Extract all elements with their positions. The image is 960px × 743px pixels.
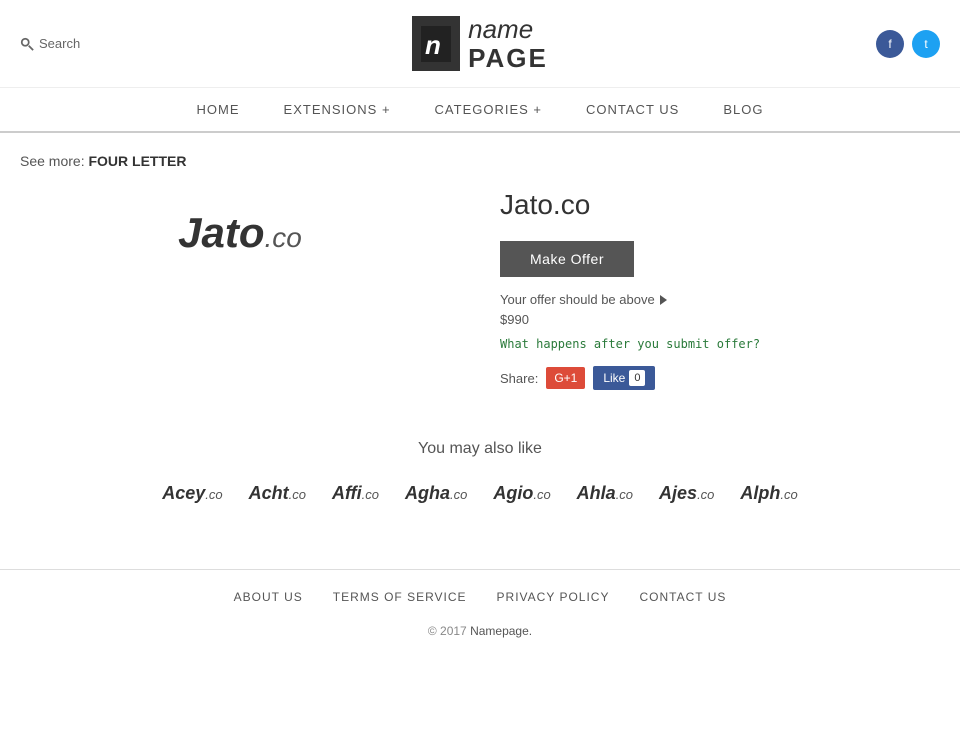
header: Search n name PAGE f t	[0, 0, 960, 88]
domain-name: Agio	[493, 483, 533, 503]
also-like-section: You may also like Acey.coAcht.coAffi.coA…	[20, 440, 940, 509]
domain-name: Alph	[740, 483, 780, 503]
facebook-button[interactable]: f	[876, 30, 904, 58]
domain-name: Ahla	[577, 483, 616, 503]
make-offer-button[interactable]: Make Offer	[500, 241, 634, 277]
domain-item[interactable]: Ahla.co	[569, 478, 641, 509]
fb-like-count: 0	[629, 370, 645, 386]
domain-item[interactable]: Acht.co	[241, 478, 314, 509]
gplus-button[interactable]: G+1	[546, 367, 585, 389]
search-label: Search	[39, 36, 80, 51]
twitter-button[interactable]: t	[912, 30, 940, 58]
breadcrumb-link[interactable]: FOUR LETTER	[88, 153, 186, 169]
footer-link-contact[interactable]: CONTACT US	[639, 590, 726, 604]
domain-ext: .co	[616, 487, 633, 502]
nav-item-contact[interactable]: CONTACT US	[564, 88, 701, 131]
nav-item-categories[interactable]: CATEGORIES +	[413, 88, 564, 131]
domain-name: Acht	[249, 483, 289, 503]
domain-name: Affi	[332, 483, 362, 503]
search-icon	[20, 37, 34, 51]
footer-copy-year: © 2017	[428, 624, 467, 638]
domain-name: Ajes	[659, 483, 697, 503]
product-info: Jato.co Make Offer Your offer should be …	[500, 189, 940, 390]
domain-item[interactable]: Alph.co	[732, 478, 805, 509]
offer-hint-text: Your offer should be above	[500, 292, 655, 307]
main-nav: HOME EXTENSIONS + CATEGORIES + CONTACT U…	[0, 88, 960, 133]
domain-ext: .co	[780, 487, 797, 502]
domain-ext: .co	[533, 487, 550, 502]
logo-n-svg: n	[421, 26, 451, 62]
product-name-display: Jato	[178, 209, 264, 256]
footer-link-terms[interactable]: TERMS OF SERVICE	[333, 590, 467, 604]
footer-brand-link[interactable]: Namepage.	[470, 624, 532, 638]
domain-ext: .co	[697, 487, 714, 502]
product-logo-display: Jato.co	[178, 209, 302, 257]
breadcrumb: See more: FOUR LETTER	[20, 153, 940, 169]
logo-icon: n	[412, 16, 460, 71]
domain-ext: .co	[205, 487, 222, 502]
product-logo-area: Jato.co	[20, 189, 460, 390]
also-like-title: You may also like	[20, 440, 940, 458]
domain-name: Acey	[162, 483, 205, 503]
search-button[interactable]: Search	[20, 36, 80, 51]
domain-item[interactable]: Acey.co	[154, 478, 230, 509]
footer-links: ABOUT US TERMS OF SERVICE PRIVACY POLICY CO…	[20, 590, 940, 604]
product-section: Jato.co Jato.co Make Offer Your offer sh…	[20, 189, 940, 390]
see-more-label: See more:	[20, 153, 85, 169]
nav-item-blog[interactable]: BLOG	[701, 88, 785, 131]
offer-link[interactable]: What happens after you submit offer?	[500, 337, 940, 351]
footer-link-privacy[interactable]: PRIVACY POLICY	[497, 590, 610, 604]
domain-ext: .co	[362, 487, 379, 502]
domain-ext: .co	[289, 487, 306, 502]
offer-hint: Your offer should be above	[500, 292, 940, 307]
domain-item[interactable]: Ajes.co	[651, 478, 722, 509]
footer-copy: © 2017 Namepage.	[20, 624, 940, 638]
header-social: f t	[876, 30, 940, 58]
footer: ABOUT US TERMS OF SERVICE PRIVACY POLICY CO…	[0, 569, 960, 658]
logo-text: name PAGE	[468, 15, 548, 72]
footer-link-about[interactable]: ABOUT US	[234, 590, 303, 604]
main-content: See more: FOUR LETTER Jato.co Jato.co Ma…	[0, 133, 960, 569]
offer-arrow-icon	[660, 295, 667, 305]
domain-item[interactable]: Agio.co	[485, 478, 558, 509]
fb-like-label: Like	[603, 371, 625, 385]
domain-item[interactable]: Affi.co	[324, 478, 387, 509]
logo-name: name	[468, 15, 548, 44]
facebook-icon: f	[888, 37, 891, 51]
logo-page: PAGE	[468, 44, 548, 73]
domain-name: Agha	[405, 483, 450, 503]
domain-ext: .co	[450, 487, 467, 502]
share-row: Share: G+1 Like 0	[500, 366, 940, 390]
offer-price: $990	[500, 312, 940, 327]
product-title: Jato.co	[500, 189, 940, 221]
product-full-name: Jato.co	[500, 189, 590, 220]
share-label: Share:	[500, 371, 538, 386]
logo[interactable]: n name PAGE	[412, 15, 548, 72]
svg-text:n: n	[425, 30, 441, 60]
domain-item[interactable]: Agha.co	[397, 478, 475, 509]
domains-grid: Acey.coAcht.coAffi.coAgha.coAgio.coAhla.…	[20, 478, 940, 509]
nav-item-home[interactable]: HOME	[175, 88, 262, 131]
nav-item-extensions[interactable]: EXTENSIONS +	[262, 88, 413, 131]
product-ext-display: .co	[265, 222, 302, 253]
facebook-like-button[interactable]: Like 0	[593, 366, 655, 390]
twitter-icon: t	[924, 37, 927, 51]
